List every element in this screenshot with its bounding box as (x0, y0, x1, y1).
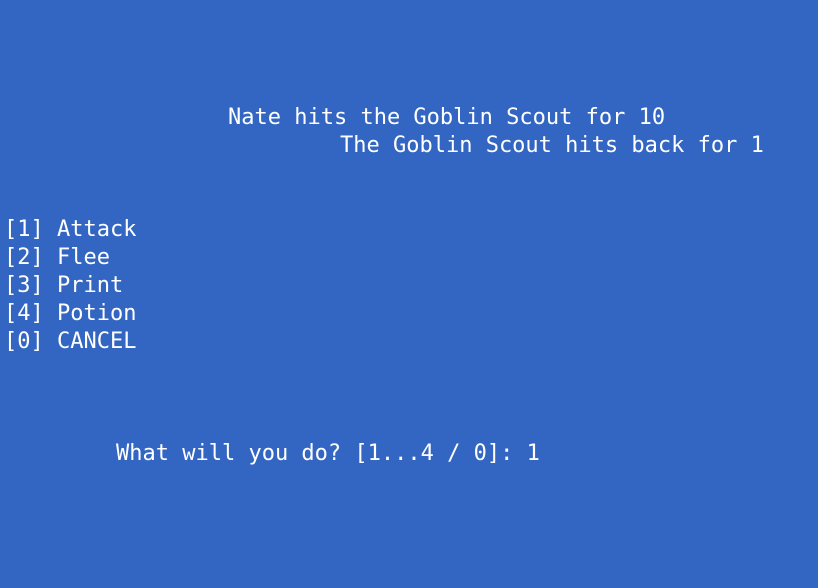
prompt-input[interactable]: 1 (527, 441, 540, 466)
menu-item-label: Print (57, 273, 124, 298)
menu-item-label: CANCEL (57, 329, 137, 354)
command-prompt[interactable]: What will you do? [1...4 / 0]: 1 (116, 440, 540, 468)
menu-item-attack[interactable]: [1] Attack (4, 216, 136, 244)
prompt-text: What will you do? [1...4 / 0]: (116, 441, 514, 466)
menu-item-key: [3] (4, 273, 44, 298)
menu-item-key: [1] (4, 217, 44, 242)
menu-item-key: [2] (4, 245, 44, 270)
menu-item-flee[interactable]: [2] Flee (4, 244, 136, 272)
combat-log-line-enemy-hit: The Goblin Scout hits back for 1 (340, 133, 764, 158)
menu-item-print[interactable]: [3] Print (4, 272, 136, 300)
menu-item-potion[interactable]: [4] Potion (4, 300, 136, 328)
menu-item-cancel[interactable]: [0] CANCEL (4, 328, 136, 356)
combat-log-line-player-hit: Nate hits the Goblin Scout for 10 (228, 105, 666, 130)
menu-item-key: [4] (4, 301, 44, 326)
menu-item-key: [0] (4, 329, 44, 354)
menu-item-label: Potion (57, 301, 137, 326)
terminal-screen: Nate hits the Goblin Scout for 10 The Go… (0, 0, 818, 588)
menu-item-label: Flee (57, 245, 110, 270)
menu-item-label: Attack (57, 217, 137, 242)
action-menu: [1] Attack [2] Flee [3] Print [4] Potion… (4, 216, 136, 356)
